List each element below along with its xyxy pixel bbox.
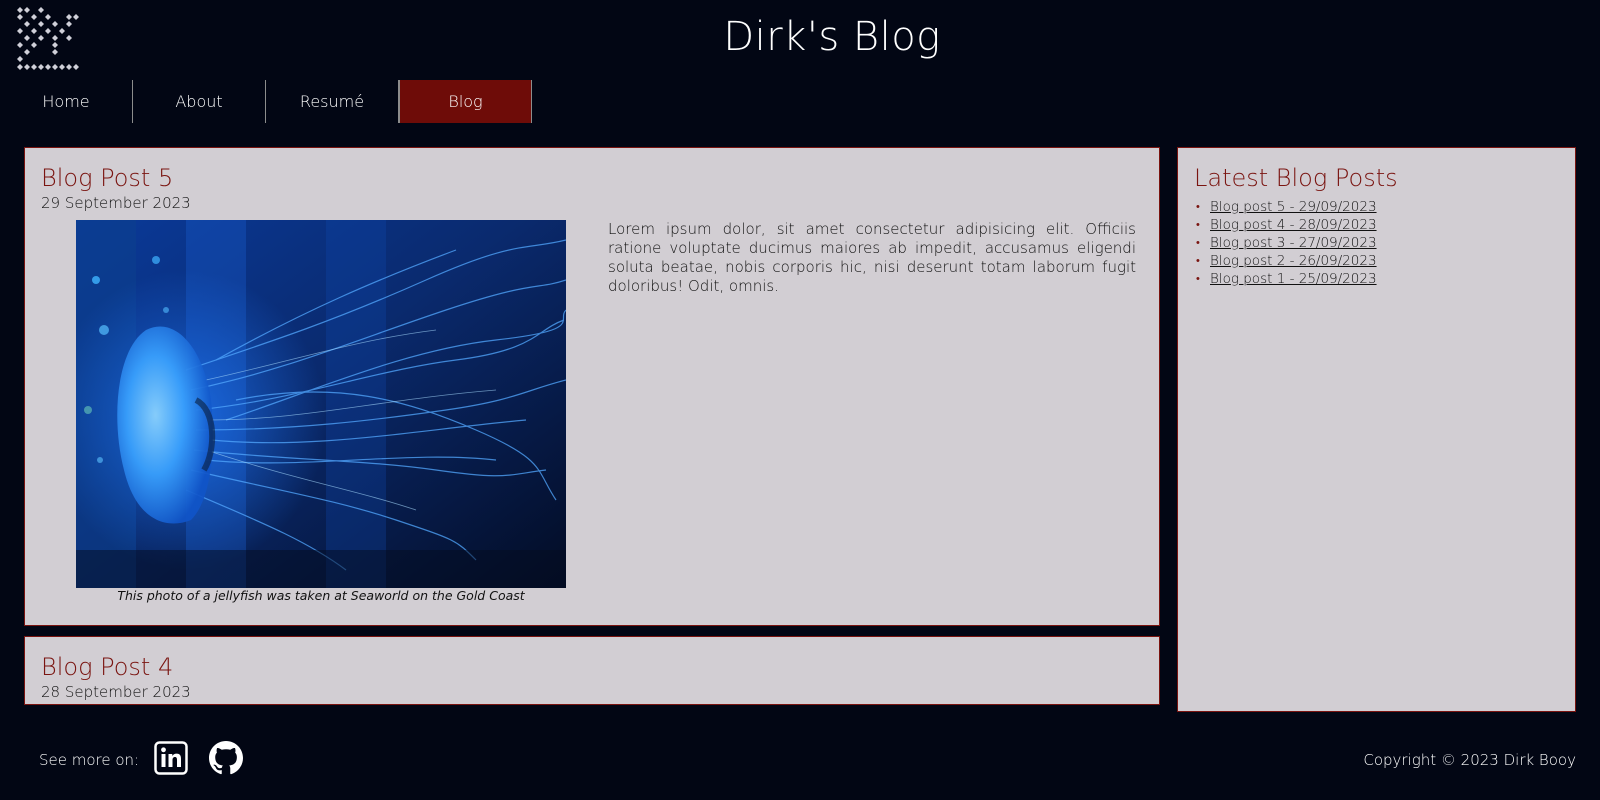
site-title: Dirk's Blog [723,14,941,60]
list-item: Blog post 1 - 25/09/2023 [1194,270,1377,288]
post-title: Blog Post 4 [41,653,174,681]
post-link[interactable]: Blog post 1 - 25/09/2023 [1210,271,1377,287]
linkedin-icon[interactable] [154,741,188,775]
github-icon[interactable] [209,741,243,775]
list-item: Blog post 2 - 26/09/2023 [1194,252,1377,270]
post-link[interactable]: Blog post 3 - 27/09/2023 [1210,235,1377,251]
sidebar-title: Latest Blog Posts [1194,164,1398,192]
post-link[interactable]: Blog post 2 - 26/09/2023 [1210,253,1377,269]
post-title: Blog Post 5 [41,164,174,192]
see-more-label: See more on: [39,751,140,769]
list-item: Blog post 3 - 27/09/2023 [1194,234,1377,252]
latest-posts-list: Blog post 5 - 29/09/2023 Blog post 4 - 2… [1194,198,1377,288]
nav-item-resume[interactable]: Resumé [266,80,399,123]
list-item: Blog post 5 - 29/09/2023 [1194,198,1377,216]
blog-post-card: Blog Post 5 29 September 2023 This photo… [24,147,1160,626]
post-date: 28 September 2023 [41,683,191,701]
nav-item-home[interactable]: Home [0,80,133,123]
latest-posts-sidebar: Latest Blog Posts Blog post 5 - 29/09/20… [1177,147,1576,712]
photo-caption: This photo of a jellyfish was taken at S… [117,588,525,603]
main-nav: Home About Resumé Blog [0,80,532,123]
post-link[interactable]: Blog post 4 - 28/09/2023 [1210,217,1377,233]
list-item: Blog post 4 - 28/09/2023 [1194,216,1377,234]
post-link[interactable]: Blog post 5 - 29/09/2023 [1210,199,1377,215]
post-body: Lorem ipsum dolor, sit amet consectetur … [608,220,1136,295]
nav-item-blog[interactable]: Blog [399,80,532,123]
blog-post-card: Blog Post 4 28 September 2023 [24,636,1160,705]
nav-item-about[interactable]: About [133,80,266,123]
post-date: 29 September 2023 [41,194,191,212]
copyright-text: Copyright © 2023 Dirk Booy [1363,751,1576,769]
jellyfish-photo [76,220,566,588]
post-figure: This photo of a jellyfish was taken at S… [76,220,566,603]
